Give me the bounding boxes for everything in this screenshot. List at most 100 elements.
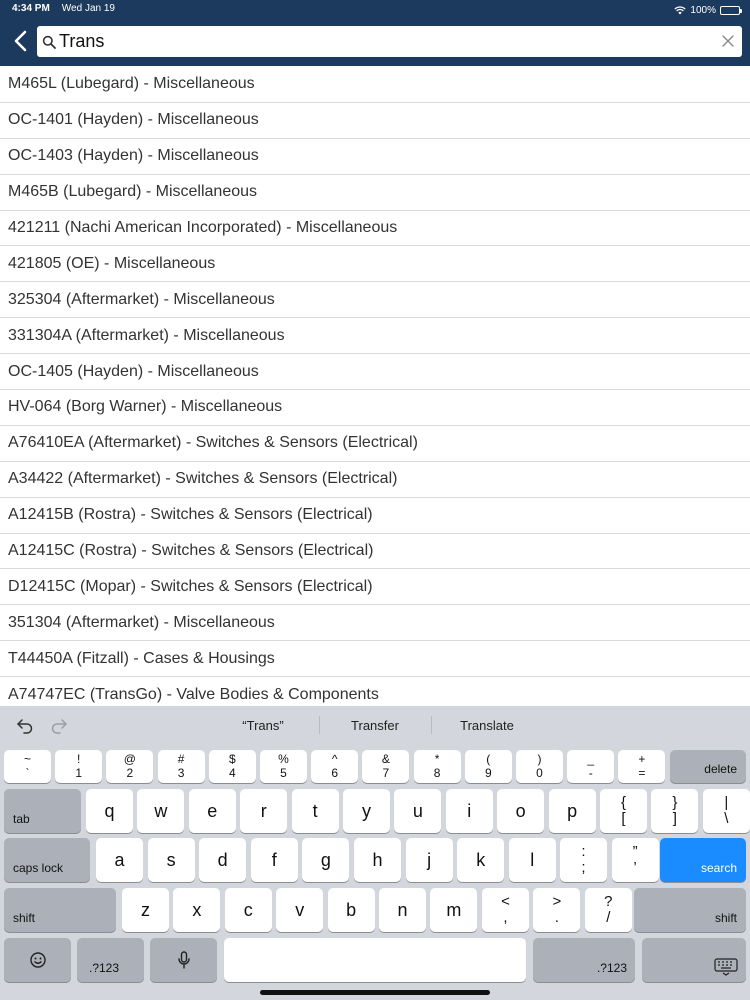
key-e[interactable]: e [188,789,236,833]
key-label: tab [13,812,30,826]
key-label: caps lock [13,861,64,875]
key-y[interactable]: y [343,789,390,833]
key-i[interactable]: i [445,789,493,833]
key-symbol-q-2[interactable]: | \ [702,789,750,833]
key-s[interactable]: s [147,838,195,882]
key-top-label: * [434,752,440,767]
key-w[interactable]: w [137,789,185,833]
key-bottom-label: - [588,765,593,780]
numbers-key-left[interactable]: .?123 [77,938,144,982]
caps-lock-key[interactable]: caps lock [4,838,90,882]
status-bar: 4:34 PM Wed Jan 19 100% [12,3,742,17]
key-number-9[interactable]: (9 [464,750,512,783]
key-number-4[interactable]: $4 [208,750,256,783]
key-g[interactable]: g [302,838,350,882]
key-number-2[interactable]: @2 [106,750,154,783]
key-number-1[interactable]: ! 1 [55,750,103,783]
key-bottom-label: 9 [484,765,492,780]
battery-icon [720,5,742,15]
key-number-8[interactable]: * 8 [413,750,461,783]
list-item[interactable]: 421805 (OE) - Miscellaneous [0,246,750,283]
key-c[interactable]: c [224,888,272,932]
key-top-label: _ [587,752,595,767]
list-item[interactable]: OC-1403 (Hayden) - Miscellaneous [0,139,750,175]
key-f[interactable]: f [250,838,298,882]
key-t[interactable]: t [291,789,339,833]
key-symbol-q-1[interactable]: }] [651,789,699,833]
key-number-11[interactable]: _ - [567,750,615,783]
key-symbol-q-0[interactable]: {[ [600,789,647,833]
search-bar[interactable] [37,26,742,57]
key-number-10[interactable]: ) 0 [516,750,563,783]
key-symbol-z-2[interactable]: ? / [584,888,632,932]
key-label: delete [704,762,737,776]
battery-percent: 100% [690,4,716,16]
key-number-3[interactable]: #3 [157,750,205,783]
list-item[interactable]: A34422 (Aftermarket) - Switches & Sensor… [0,462,750,498]
list-item[interactable]: A76410EA (Aftermarket) - Switches & Sens… [0,426,750,462]
list-item[interactable]: 421211 (Nachi American Incorporated) - M… [0,211,750,247]
shift-left-key[interactable]: shift [4,888,116,932]
key-k[interactable]: k [457,838,505,882]
dictation-key[interactable] [150,938,217,982]
list-item[interactable]: A12415C (Rostra) - Switches & Sensors (E… [0,534,750,570]
shift-right-key[interactable]: shift [634,888,746,932]
key-h[interactable]: h [354,838,401,882]
list-item[interactable]: 351304 (Aftermarket) - Miscellaneous [0,605,750,642]
key-p[interactable]: p [548,789,596,833]
key-j[interactable]: j [405,838,453,882]
key-n[interactable]: n [379,888,426,932]
key-number-6[interactable]: ^ 6 [311,750,359,783]
back-button[interactable] [8,26,32,56]
key-m[interactable]: m [430,888,478,932]
key-a[interactable]: a [96,838,143,882]
key-z[interactable]: z [122,888,169,932]
clear-icon[interactable] [720,33,736,49]
list-item[interactable]: D12415C (Mopar) - Switches & Sensors (El… [0,569,750,606]
search-key[interactable]: search [660,838,746,882]
key-o[interactable]: o [497,789,545,833]
hide-keyboard-key[interactable] [642,938,746,982]
key-r[interactable]: r [240,789,288,833]
list-item[interactable]: 331304A (Aftermarket) - Miscellaneous [0,318,750,355]
key-b[interactable]: b [327,888,375,932]
delete-key[interactable]: delete [670,750,746,783]
key-symbol-a-1[interactable]: ”’ [611,838,659,882]
search-input[interactable] [59,27,699,56]
key-number-12[interactable]: + = [618,750,666,783]
key-number-5[interactable]: % 5 [260,750,307,783]
list-item[interactable]: T44450A (Fitzall) - Cases & Housings [0,641,750,678]
suggestion-3[interactable]: Translate [432,718,542,733]
list-item[interactable]: M465B (Lubegard) - Miscellaneous [0,175,750,211]
key-d[interactable]: d [199,838,247,882]
wifi-icon [674,5,687,14]
list-item[interactable]: OC-1401 (Hayden) - Miscellaneous [0,103,750,139]
list-item[interactable]: M465L (Lubegard) - Miscellaneous [0,67,750,103]
tab-key[interactable]: tab [4,789,81,833]
key-l[interactable]: l [508,838,556,882]
numbers-key-right[interactable]: .?123 [533,938,635,982]
key-symbol-z-0[interactable]: <, [482,888,529,932]
space-key[interactable] [224,938,526,982]
key-top-label: < [501,892,510,910]
emoji-key[interactable] [4,938,71,982]
suggestion-1[interactable]: “Trans” [208,718,318,733]
key-symbol-z-1[interactable]: >. [533,888,581,932]
key-number-0[interactable]: ~ ` [4,750,51,783]
undo-icon[interactable] [16,716,34,734]
redo-icon[interactable] [50,716,68,734]
suggestion-2[interactable]: Transfer [320,718,430,733]
key-number-7[interactable]: & 7 [362,750,410,783]
key-v[interactable]: v [276,888,324,932]
list-item[interactable]: 325304 (Aftermarket) - Miscellaneous [0,282,750,319]
key-label: .?123 [89,961,120,975]
key-symbol-a-0[interactable]: :; [560,838,607,882]
key-q[interactable]: q [86,789,133,833]
key-top-label: ( [486,752,491,767]
list-item[interactable]: OC-1405 (Hayden) - Miscellaneous [0,354,750,391]
key-x[interactable]: x [173,888,221,932]
list-item[interactable]: HV-064 (Borg Warner) - Miscellaneous [0,390,750,426]
key-bottom-label: 1 [75,765,83,780]
key-u[interactable]: u [394,789,442,833]
list-item[interactable]: A12415B (Rostra) - Switches & Sensors (E… [0,498,750,534]
